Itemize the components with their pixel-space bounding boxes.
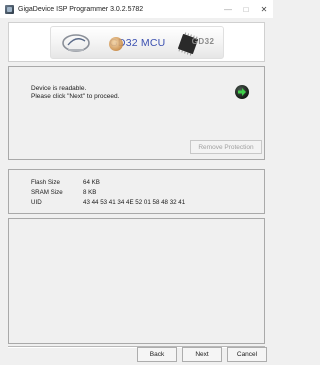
info-row-flash: Flash Size 64 KB [31, 179, 100, 186]
flash-size-value: 64 KB [83, 179, 100, 186]
status-message-line1: Device is readable. [31, 85, 87, 92]
back-button[interactable]: Back [137, 347, 177, 362]
window-title: GigaDevice ISP Programmer 3.0.2.5782 [18, 5, 144, 13]
status-panel: Device is readable. Please click "Next" … [8, 66, 265, 160]
remove-protection-button[interactable]: Remove Protection [190, 140, 262, 154]
info-row-uid: UID 43 44 53 41 34 4E 52 01 58 48 32 41 [31, 199, 185, 206]
gd32-tag: GD32 [191, 37, 215, 46]
brand-banner: GD32 MCU GD32 [49, 26, 224, 59]
info-row-sram: SRAM Size 8 KB [31, 189, 96, 196]
uid-value: 43 44 53 41 34 4E 52 01 58 48 32 41 [83, 199, 186, 206]
minimize-button[interactable]: — [219, 0, 237, 18]
next-button[interactable]: Next [182, 347, 222, 362]
next-arrow-icon[interactable] [235, 85, 249, 99]
close-button[interactable]: ✕ [255, 0, 273, 18]
title-bar: GigaDevice ISP Programmer 3.0.2.5782 — □… [0, 0, 273, 18]
sram-size-value: 8 KB [83, 189, 97, 196]
gigadevice-logo [61, 34, 90, 52]
flash-size-label: Flash Size [31, 179, 60, 186]
status-message-line2: Please click "Next" to proceed. [31, 93, 120, 100]
content-area [8, 218, 265, 344]
wizard-client-area: GD32 MCU GD32 Device is readable. Please… [4, 18, 269, 363]
device-info-panel: Flash Size 64 KB SRAM Size 8 KB UID 43 4… [8, 169, 265, 214]
app-icon [5, 4, 14, 14]
banner-frame: GD32 MCU GD32 [8, 22, 265, 62]
cancel-button[interactable]: Cancel [227, 347, 267, 362]
uid-label: UID [31, 199, 42, 206]
chip-icon [108, 37, 123, 51]
maximize-button[interactable]: □ [237, 0, 255, 18]
sram-size-label: SRAM Size [31, 189, 63, 196]
